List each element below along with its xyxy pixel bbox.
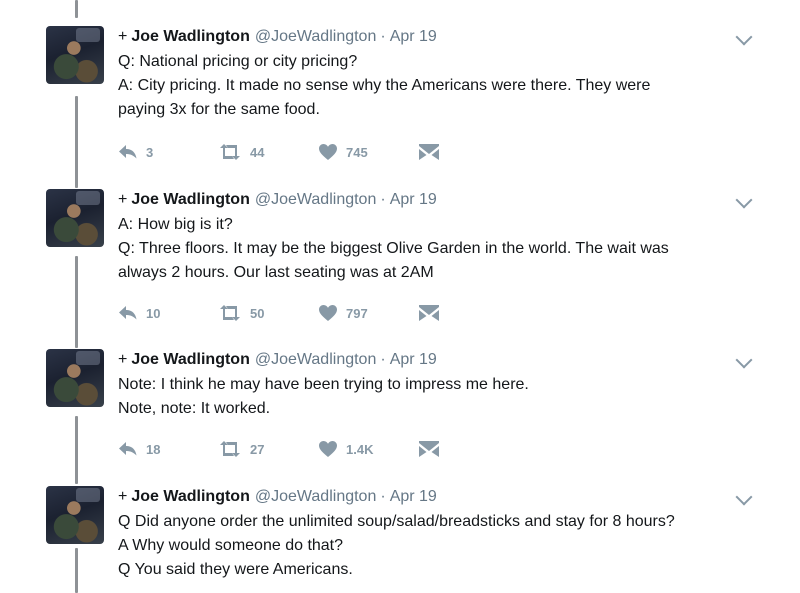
tweet-text-line: A: How big is it?	[118, 216, 233, 233]
tweet-text-line: Q Did anyone order the unlimited soup/sa…	[118, 513, 675, 530]
reply-button[interactable]: 10	[118, 303, 160, 323]
like-button[interactable]: 745	[318, 142, 368, 162]
thread-line	[75, 548, 78, 593]
user-handle[interactable]: @JoeWadlington	[255, 28, 377, 45]
retweet-button[interactable]: 50	[218, 303, 264, 323]
avatar[interactable]	[46, 486, 104, 544]
tweet-text-line: A: City pricing. It made no sense why th…	[118, 77, 651, 94]
retweet-icon	[220, 144, 240, 160]
envelope-icon	[419, 441, 439, 457]
reply-button[interactable]: 3	[118, 142, 153, 162]
heart-icon	[319, 441, 337, 457]
tweet-header: + Joe Wadlington @JoeWadlington · Apr 19	[118, 189, 437, 211]
like-count: 745	[346, 144, 368, 160]
chevron-down-icon[interactable]	[735, 28, 753, 46]
reply-arrow-icon	[119, 442, 137, 456]
retweet-button[interactable]: 27	[218, 439, 264, 459]
separator: ·	[380, 351, 386, 368]
tweet-header: + Joe Wadlington @JoeWadlington · Apr 19	[118, 349, 437, 371]
thread-line	[75, 0, 78, 18]
direct-message-button[interactable]	[418, 439, 448, 459]
like-count: 797	[346, 305, 368, 321]
like-count: 1.4K	[346, 441, 374, 457]
retweet-count: 44	[250, 144, 265, 160]
tweet-text-line: Q: National pricing or city pricing?	[118, 53, 358, 70]
follow-plus[interactable]: +	[118, 191, 127, 208]
thread-line	[75, 416, 78, 484]
display-name[interactable]: Joe Wadlington	[131, 488, 250, 505]
reply-count: 18	[146, 441, 161, 457]
reply-arrow-icon	[119, 145, 137, 159]
heart-icon	[319, 305, 337, 321]
chevron-down-icon[interactable]	[735, 488, 753, 506]
follow-plus[interactable]: +	[118, 488, 127, 505]
chevron-down-icon[interactable]	[735, 351, 753, 369]
avatar[interactable]	[46, 189, 104, 247]
direct-message-button[interactable]	[418, 303, 448, 323]
chevron-down-icon[interactable]	[735, 191, 753, 209]
like-button[interactable]: 797	[318, 303, 368, 323]
retweet-icon	[220, 305, 240, 321]
thread-line	[75, 256, 78, 348]
direct-message-button[interactable]	[418, 142, 448, 162]
follow-plus[interactable]: +	[118, 28, 127, 45]
reply-button[interactable]: 18	[118, 439, 160, 459]
user-handle[interactable]: @JoeWadlington	[255, 351, 377, 368]
tweet-text-line: Q: Three floors. It may be the biggest O…	[118, 240, 669, 257]
tweet-text-line: always 2 hours. Our last seating was at …	[118, 264, 434, 281]
tweet-text: Q: National pricing or city pricing? A: …	[118, 50, 758, 122]
like-button[interactable]: 1.4K	[318, 439, 373, 459]
separator: ·	[380, 191, 386, 208]
reply-count: 10	[146, 305, 161, 321]
user-handle[interactable]: @JoeWadlington	[255, 488, 377, 505]
tweet-text-line: Q You said they were Americans.	[118, 561, 353, 578]
tweet-text-line: Note: I think he may have been trying to…	[118, 376, 529, 393]
tweet-text: Note: I think he may have been trying to…	[118, 373, 758, 421]
avatar[interactable]	[46, 349, 104, 407]
display-name[interactable]: Joe Wadlington	[131, 28, 250, 45]
timestamp[interactable]: Apr 19	[390, 488, 437, 505]
reply-count: 3	[146, 144, 154, 160]
avatar[interactable]	[46, 26, 104, 84]
heart-icon	[319, 144, 337, 160]
retweet-icon	[220, 441, 240, 457]
timestamp[interactable]: Apr 19	[390, 28, 437, 45]
tweet-text: Q Did anyone order the unlimited soup/sa…	[118, 510, 758, 582]
tweet-text-line: Note, note: It worked.	[118, 400, 271, 417]
tweet-text: A: How big is it? Q: Three floors. It ma…	[118, 213, 758, 285]
retweet-count: 50	[250, 305, 265, 321]
retweet-count: 27	[250, 441, 265, 457]
tweet-text-line: A Why would someone do that?	[118, 537, 344, 554]
user-handle[interactable]: @JoeWadlington	[255, 191, 377, 208]
reply-arrow-icon	[119, 306, 137, 320]
timestamp[interactable]: Apr 19	[390, 191, 437, 208]
envelope-icon	[419, 144, 439, 160]
thread-line	[75, 96, 78, 188]
timestamp[interactable]: Apr 19	[390, 351, 437, 368]
display-name[interactable]: Joe Wadlington	[131, 191, 250, 208]
separator: ·	[380, 28, 386, 45]
envelope-icon	[419, 305, 439, 321]
retweet-button[interactable]: 44	[218, 142, 264, 162]
tweet-header: + Joe Wadlington @JoeWadlington · Apr 19	[118, 486, 437, 508]
follow-plus[interactable]: +	[118, 351, 127, 368]
display-name[interactable]: Joe Wadlington	[131, 351, 250, 368]
separator: ·	[380, 488, 386, 505]
tweet-header: + Joe Wadlington @JoeWadlington · Apr 19	[118, 26, 437, 48]
tweet-text-line: paying 3x for the same food.	[118, 101, 320, 118]
